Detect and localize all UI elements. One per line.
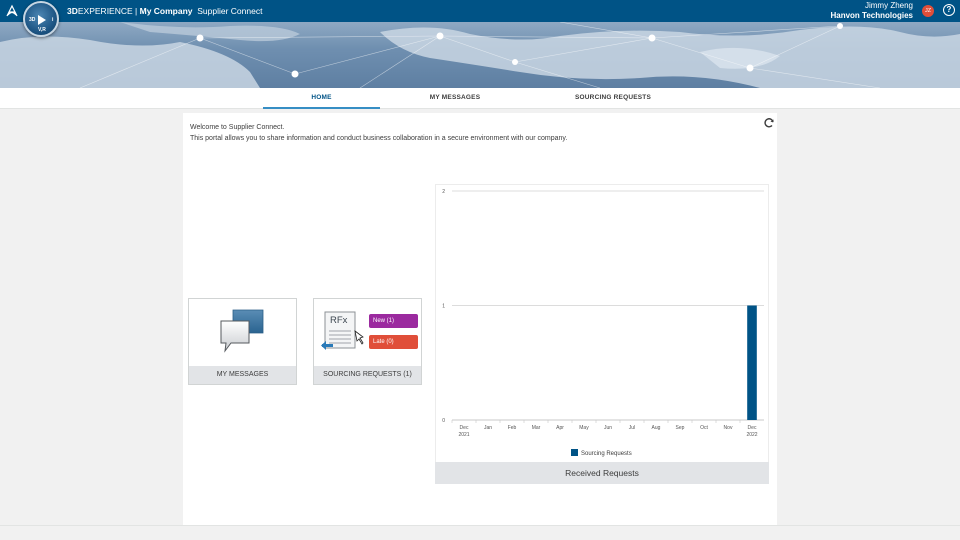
x-tick-label: Dec: [460, 425, 469, 431]
x-tick-label: Dec: [748, 425, 757, 431]
brand-company: My Company: [139, 6, 193, 16]
brand-experience: EXPERIENCE: [77, 6, 133, 16]
compass-label-3d: 3D: [29, 17, 36, 23]
x-tick-label: May: [579, 425, 589, 431]
received-requests-chart: 0 1 2 Dec 2021 Jan Feb Mar Apr May Jun Jul Aug Sep Oct…: [435, 184, 769, 484]
user-menu[interactable]: Jimmy Zheng Hanvon Technologies: [830, 1, 913, 21]
chat-bubbles-icon: [220, 309, 264, 353]
app-brand: 3DEXPERIENCE | My Company Supplier Conne…: [67, 6, 262, 16]
my-messages-label: MY MESSAGES: [189, 366, 296, 384]
compass-icon[interactable]: 3D V,R i: [23, 1, 59, 37]
x-tick-label: Aug: [652, 425, 661, 431]
new-requests-badge[interactable]: New (1): [369, 314, 418, 328]
top-bar: 3D V,R i 3DEXPERIENCE | My Company Suppl…: [0, 0, 960, 37]
legend-label: Sourcing Requests: [581, 451, 632, 457]
compass-play-icon: [38, 15, 46, 25]
x-tick-label: 2021: [458, 432, 469, 438]
world-map-graphic: [0, 22, 960, 88]
y-tick-label: 0: [442, 418, 445, 424]
y-tick-label: 1: [442, 304, 445, 310]
tab-my-messages[interactable]: MY MESSAGES: [400, 88, 510, 109]
rfx-label: RFx: [330, 315, 348, 326]
brand-separator: |: [132, 6, 140, 16]
3ds-logo-icon[interactable]: [5, 4, 19, 18]
tab-bar: HOME MY MESSAGES SOURCING REQUESTS: [0, 88, 960, 109]
banner-world-map: [0, 22, 960, 88]
x-tick-label: 2022: [746, 432, 757, 438]
welcome-text: Welcome to Supplier Connect. This portal…: [190, 122, 567, 144]
tab-sourcing-requests[interactable]: SOURCING REQUESTS: [550, 88, 676, 109]
welcome-line-2: This portal allows you to share informat…: [190, 135, 568, 142]
x-tick-label: Jan: [484, 425, 492, 431]
y-tick-label: 2: [442, 189, 445, 195]
x-tick-label: Sep: [676, 425, 685, 431]
tab-home[interactable]: HOME: [263, 88, 380, 109]
compass-label-vr: V,R: [38, 27, 46, 33]
bar: [747, 305, 757, 420]
brand-3d: 3D: [67, 6, 78, 16]
sourcing-requests-label: SOURCING REQUESTS (1): [314, 366, 421, 384]
avatar[interactable]: JZ: [922, 5, 934, 17]
help-icon[interactable]: ?: [943, 4, 955, 16]
home-panel: Welcome to Supplier Connect. This portal…: [183, 113, 777, 525]
compass-label-i: i: [52, 17, 54, 23]
x-tick-label: Jul: [629, 425, 635, 431]
app-name: Supplier Connect: [197, 6, 263, 16]
legend-swatch: [571, 449, 578, 456]
x-tick-label: Mar: [532, 425, 541, 431]
x-tick-label: Oct: [700, 425, 708, 431]
x-tick-label: Feb: [508, 425, 517, 431]
bottom-bar: [0, 525, 960, 540]
x-tick-label: Apr: [556, 425, 564, 431]
welcome-line-1: Welcome to Supplier Connect.: [190, 124, 285, 131]
late-requests-badge[interactable]: Late (0): [369, 335, 418, 349]
x-tick-label: Jun: [604, 425, 612, 431]
chart-title: Received Requests: [435, 462, 769, 484]
chart-canvas: 012Dec2021Jan Feb Mar Apr May Jun Jul Aug Sep Oct…: [442, 189, 764, 457]
my-messages-tile[interactable]: MY MESSAGES: [188, 298, 297, 385]
x-tick-label: Nov: [724, 425, 733, 431]
user-name: Jimmy Zheng: [864, 1, 913, 10]
refresh-icon[interactable]: [763, 117, 775, 129]
user-company: Hanvon Technologies: [830, 11, 913, 20]
sourcing-requests-tile[interactable]: RFx New (1) Late (0) SOURCING REQUESTS (…: [313, 298, 422, 385]
